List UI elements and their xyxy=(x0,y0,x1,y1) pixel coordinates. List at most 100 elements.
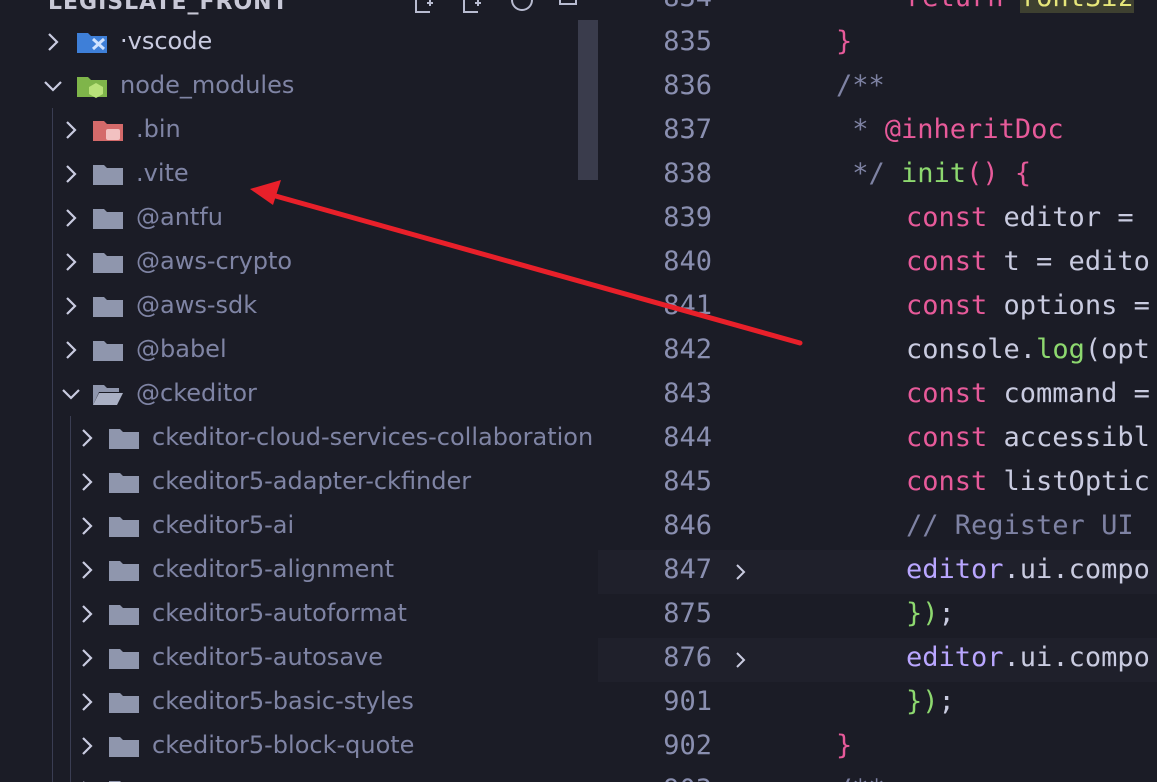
workspace-title: LEGISLATE_FRONT xyxy=(48,0,289,15)
folder-icon xyxy=(93,341,123,361)
code-editor[interactable]: 834 return fontSiz 835 } 836 /** 837 * @… xyxy=(598,0,1157,782)
code-line: 843 const command = xyxy=(598,374,1157,418)
tree-item-label: ckeditor5-ai xyxy=(152,511,295,539)
line-number: 845 xyxy=(663,466,712,497)
folder-icon xyxy=(109,649,139,669)
code-token: console xyxy=(906,334,1020,365)
new-file-icon[interactable] xyxy=(412,0,440,14)
code-line: 834 return fontSiz xyxy=(598,0,1157,22)
tree-item-label: .bin xyxy=(136,115,181,143)
line-number: 902 xyxy=(663,730,712,761)
chevron-right-icon[interactable] xyxy=(76,691,98,713)
new-folder-icon[interactable] xyxy=(460,0,488,14)
chevron-down-icon[interactable] xyxy=(60,383,82,405)
code-token: .ui.compo xyxy=(1003,554,1150,585)
line-number: 846 xyxy=(663,510,712,541)
code-line: 836 /** xyxy=(598,66,1157,110)
line-number: 841 xyxy=(663,290,712,321)
folder-icon xyxy=(93,165,123,185)
tree-item-label: ckeditor5-autoformat xyxy=(152,599,407,627)
tree-item-label: ckeditor5-block-quote xyxy=(152,731,415,759)
tree-item-label: ·vscode xyxy=(120,27,213,55)
tree-item-ckeditor5-alignment[interactable]: ckeditor5-alignment xyxy=(0,548,580,592)
code-line: 839 const editor = xyxy=(598,198,1157,242)
tree-item-aws-crypto[interactable]: @aws-crypto xyxy=(0,240,580,284)
code-token: fontSiz xyxy=(1019,0,1134,13)
line-number: 843 xyxy=(663,378,712,409)
tree-item-ckeditor5-basic-styles[interactable]: ckeditor5-basic-styles xyxy=(0,680,580,724)
folder-icon xyxy=(109,605,139,625)
tree-item-ckeditor5-autoformat[interactable]: ckeditor5-autoformat xyxy=(0,592,580,636)
line-number: 876 xyxy=(663,642,712,673)
code-token: const xyxy=(906,466,988,497)
open-folder-icon xyxy=(93,385,123,405)
chevron-right-icon[interactable] xyxy=(76,427,98,449)
tree-item-babel[interactable]: @babel xyxy=(0,328,580,372)
code-token: (opt xyxy=(1084,334,1150,365)
code-token: const xyxy=(906,290,988,321)
chevron-right-icon[interactable] xyxy=(60,339,82,361)
code-line: 846 // Register UI xyxy=(598,506,1157,550)
tree-item-aws-sdk[interactable]: @aws-sdk xyxy=(0,284,580,328)
tree-item-ckeditor5-adapter-ckfinder[interactable]: ckeditor5-adapter-ckfinder xyxy=(0,460,580,504)
tree-item-node-modules[interactable]: node_modules xyxy=(0,64,580,108)
tree-item-antfu[interactable]: @antfu xyxy=(0,196,580,240)
code-line: 842 console.log(opt xyxy=(598,330,1157,374)
tree-item-ckeditor5-block-quote[interactable]: ckeditor5-block-quote xyxy=(0,724,580,768)
code-token: return xyxy=(906,0,1004,13)
code-token: /** xyxy=(836,70,885,101)
chevron-right-icon[interactable] xyxy=(60,251,82,273)
chevron-right-icon[interactable] xyxy=(60,207,82,229)
code-token: editor xyxy=(906,642,1004,673)
chevron-right-icon[interactable] xyxy=(76,603,98,625)
chevron-right-icon[interactable] xyxy=(76,735,98,757)
line-number: 844 xyxy=(663,422,712,453)
tree-item-label: ckeditor5-autosave xyxy=(152,643,383,671)
tree-item-vite[interactable]: .vite xyxy=(0,152,580,196)
code-token: @inheritDoc xyxy=(884,114,1064,145)
tree-item-partial[interactable] xyxy=(0,768,580,782)
fold-chevron-icon[interactable] xyxy=(731,562,751,582)
code-token: }) xyxy=(906,598,939,629)
chevron-down-icon[interactable] xyxy=(42,75,64,97)
tree-item-ckeditor[interactable]: @ckeditor xyxy=(0,372,580,416)
chevron-right-icon[interactable] xyxy=(76,559,98,581)
fold-chevron-icon[interactable] xyxy=(731,650,751,670)
code-line: 902 } xyxy=(598,726,1157,770)
chevron-right-icon[interactable] xyxy=(76,471,98,493)
tree-item-label: ckeditor5-alignment xyxy=(152,555,395,583)
chevron-right-icon[interactable] xyxy=(60,163,82,185)
code-token: } xyxy=(836,730,853,761)
code-line: 835 } xyxy=(598,22,1157,66)
line-number: 836 xyxy=(663,70,712,101)
tree-item-vscode[interactable]: ·vscode xyxy=(0,20,580,64)
tree-item-label: ckeditor5-basic-styles xyxy=(152,687,414,715)
tree-item-bin[interactable]: .bin xyxy=(0,108,580,152)
code-token: editor xyxy=(906,554,1004,585)
tree-item-ckeditor5-ai[interactable]: ckeditor5-ai xyxy=(0,504,580,548)
chevron-right-icon[interactable] xyxy=(76,515,98,537)
code-line: 840 const t = edito xyxy=(598,242,1157,286)
tree-item-label: @antfu xyxy=(136,203,223,231)
tree-item-ckeditor-cloud-services-collaboration[interactable]: ckeditor-cloud-services-collaboration xyxy=(0,416,593,460)
refresh-icon[interactable] xyxy=(508,0,536,14)
tree-item-label: .vite xyxy=(136,159,189,187)
code-line: 875 }); xyxy=(598,594,1157,638)
code-token: ; xyxy=(938,686,955,717)
tree-item-ckeditor5-autosave[interactable]: ckeditor5-autosave xyxy=(0,636,580,680)
code-token: const xyxy=(906,246,988,277)
chevron-right-icon[interactable] xyxy=(42,31,64,53)
code-line: 845 const listOptic xyxy=(598,462,1157,506)
code-token: listOptic xyxy=(987,466,1150,497)
code-token: () xyxy=(966,158,999,189)
code-line: 901 }); xyxy=(598,682,1157,726)
chevron-right-icon[interactable] xyxy=(76,647,98,669)
vscode-folder-icon xyxy=(77,33,107,53)
chevron-right-icon[interactable] xyxy=(60,295,82,317)
folder-icon xyxy=(109,473,139,493)
code-token: init xyxy=(901,158,967,189)
explorer-scrollbar-thumb[interactable] xyxy=(578,20,598,180)
chevron-right-icon[interactable] xyxy=(60,119,82,141)
line-number: 838 xyxy=(663,158,712,189)
folder-icon xyxy=(93,297,123,317)
